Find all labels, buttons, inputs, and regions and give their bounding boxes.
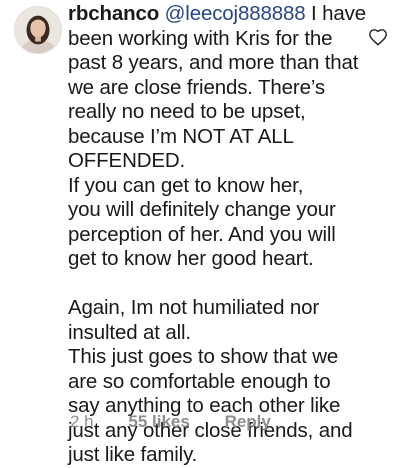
comment-line: just like family.: [68, 443, 198, 466]
comment: rbchanco @leecoj888888 I have been worki…: [0, 0, 400, 466]
comment-line: are so comfortable enough to: [68, 369, 331, 393]
likes-count[interactable]: 55 likes: [128, 412, 189, 432]
comment-text: rbchanco @leecoj888888 I have been worki…: [68, 2, 386, 468]
comment-line: OFFENDED.: [68, 149, 186, 172]
mention-link[interactable]: @leecoj888888: [165, 2, 306, 25]
comment-line: perception of her. And you will: [68, 222, 336, 246]
comment-line: we are close friends. There’s: [68, 75, 325, 99]
comment-meta: 2 h 55 likes Reply: [70, 412, 271, 432]
comment-line: This just goes to show that we: [68, 345, 339, 368]
comment-line: because I’m NOT AT ALL: [68, 124, 294, 148]
avatar[interactable]: [14, 6, 62, 54]
comment-line: insulted at all.: [68, 320, 191, 344]
heart-outline-icon: [369, 29, 387, 46]
comment-line: been working with Kris for the: [68, 26, 333, 50]
comment-line: you will definitely change your: [68, 198, 336, 221]
reply-button[interactable]: Reply: [225, 412, 271, 432]
comment-blank-line: [68, 272, 386, 297]
comment-line-first: rbchanco @leecoj888888 I have: [68, 2, 386, 27]
comment-line: I have: [305, 2, 366, 25]
comment-line: really no need to be upset,: [68, 100, 306, 123]
comment-line: Again, Im not humiliated nor: [68, 296, 320, 319]
comment-line: If you can get to know her,: [68, 173, 304, 197]
comment-timestamp[interactable]: 2 h: [70, 412, 94, 432]
comment-line: past 8 years, and more than that: [68, 51, 359, 74]
avatar-photo: [15, 7, 61, 53]
comment-username[interactable]: rbchanco: [68, 2, 159, 25]
like-button[interactable]: [368, 28, 388, 46]
comment-line: get to know her good heart.: [68, 247, 314, 270]
